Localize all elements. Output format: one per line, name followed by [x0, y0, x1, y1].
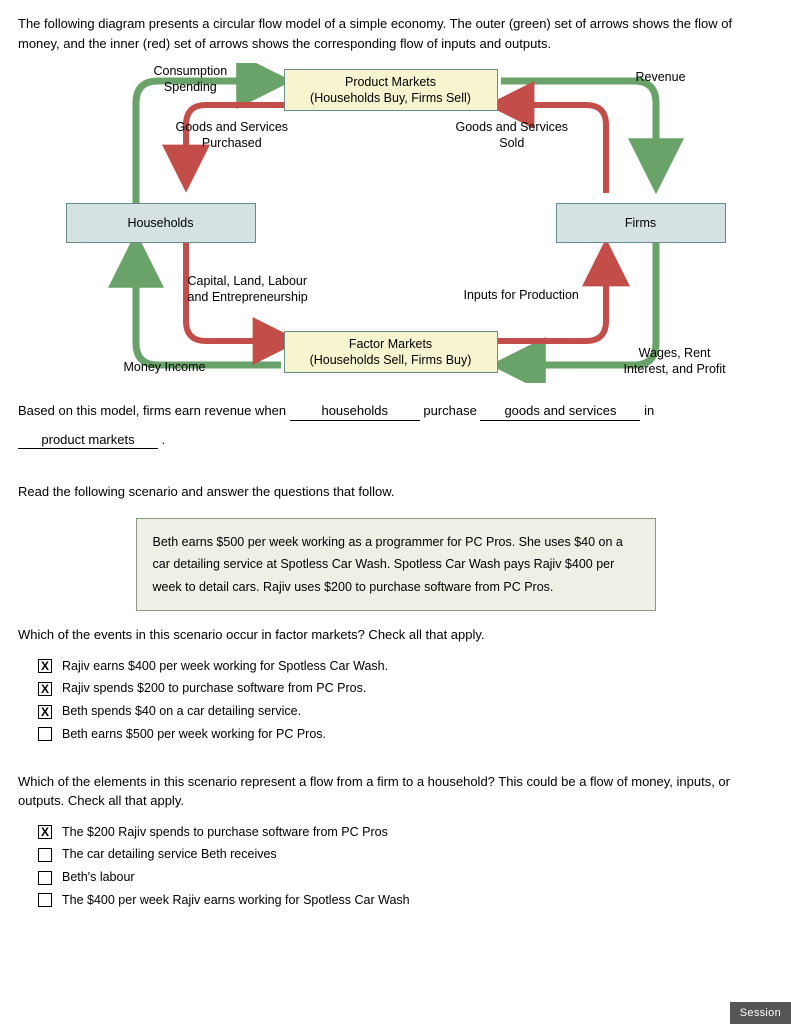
q1-option-3-label: Beth earns $500 per week working for PC …: [62, 725, 326, 744]
label-consumption-spending: Consumption Spending: [154, 63, 228, 96]
q2-option-3-label: The $400 per week Rajiv earns working fo…: [62, 891, 410, 910]
q1-option-2-label: Beth spends $40 on a car detailing servi…: [62, 702, 301, 721]
q2-option-2-label: Beth's labour: [62, 868, 135, 887]
scenario-box: Beth earns $500 per week working as a pr…: [136, 518, 656, 612]
checkbox-icon[interactable]: [38, 871, 52, 885]
q2-option-3[interactable]: The $400 per week Rajiv earns working fo…: [38, 891, 773, 910]
checkbox-icon[interactable]: [38, 727, 52, 741]
blank-3[interactable]: product markets: [18, 432, 158, 450]
checkbox-icon[interactable]: [38, 893, 52, 907]
q2-prompt: Which of the elements in this scenario r…: [18, 772, 773, 811]
label-revenue: Revenue: [636, 69, 686, 85]
scenario-lead: Read the following scenario and answer t…: [18, 482, 773, 502]
fill-in-sentence: Based on this model, firms earn revenue …: [18, 397, 773, 454]
q2-options: X The $200 Rajiv spends to purchase soft…: [38, 823, 773, 910]
node-factor-markets-sub: (Households Sell, Firms Buy): [310, 352, 472, 368]
node-product-markets-sub: (Households Buy, Firms Sell): [310, 90, 471, 106]
blank-1[interactable]: households: [290, 403, 420, 421]
label-capital-etc: Capital, Land, Labour and Entrepreneursh…: [188, 273, 308, 306]
q1-option-1-label: Rajiv spends $200 to purchase software f…: [62, 679, 366, 698]
intro-text: The following diagram presents a circula…: [18, 14, 773, 53]
q2-option-0-label: The $200 Rajiv spends to purchase softwa…: [62, 823, 388, 842]
label-money-income: Money Income: [124, 359, 206, 375]
node-product-markets-title: Product Markets: [310, 74, 471, 90]
q1-option-2[interactable]: X Beth spends $40 on a car detailing ser…: [38, 702, 773, 721]
blank-2[interactable]: goods and services: [480, 403, 640, 421]
node-factor-markets: Factor Markets (Households Sell, Firms B…: [284, 331, 498, 373]
fill-tail: .: [162, 432, 166, 447]
q1-prompt: Which of the events in this scenario occ…: [18, 625, 773, 645]
fill-lead: Based on this model, firms earn revenue …: [18, 403, 286, 418]
node-product-markets: Product Markets (Households Buy, Firms S…: [284, 69, 498, 111]
checkbox-icon[interactable]: [38, 848, 52, 862]
label-goods-sold: Goods and Services Sold: [456, 119, 569, 152]
q2-option-0[interactable]: X The $200 Rajiv spends to purchase soft…: [38, 823, 773, 842]
q1-option-1[interactable]: X Rajiv spends $200 to purchase software…: [38, 679, 773, 698]
q1-options: X Rajiv earns $400 per week working for …: [38, 657, 773, 744]
q1-option-0-label: Rajiv earns $400 per week working for Sp…: [62, 657, 388, 676]
checkbox-icon[interactable]: X: [38, 705, 52, 719]
checkbox-icon[interactable]: X: [38, 825, 52, 839]
circular-flow-diagram: Product Markets (Households Buy, Firms S…: [26, 63, 766, 383]
label-inputs-for-production: Inputs for Production: [464, 287, 579, 303]
checkbox-icon[interactable]: X: [38, 682, 52, 696]
label-goods-purchased: Goods and Services Purchased: [176, 119, 289, 152]
fill-mid2: in: [644, 403, 654, 418]
q2-option-2[interactable]: Beth's labour: [38, 868, 773, 887]
q2-option-1[interactable]: The car detailing service Beth receives: [38, 845, 773, 864]
q1-option-3[interactable]: Beth earns $500 per week working for PC …: [38, 725, 773, 744]
node-factor-markets-title: Factor Markets: [310, 336, 472, 352]
label-wages-etc: Wages, Rent Interest, and Profit: [624, 345, 726, 378]
q1-option-0[interactable]: X Rajiv earns $400 per week working for …: [38, 657, 773, 676]
q2-option-1-label: The car detailing service Beth receives: [62, 845, 277, 864]
node-firms: Firms: [556, 203, 726, 243]
session-tab[interactable]: Session: [730, 1002, 791, 1024]
fill-mid1: purchase: [423, 403, 476, 418]
checkbox-icon[interactable]: X: [38, 659, 52, 673]
node-households: Households: [66, 203, 256, 243]
